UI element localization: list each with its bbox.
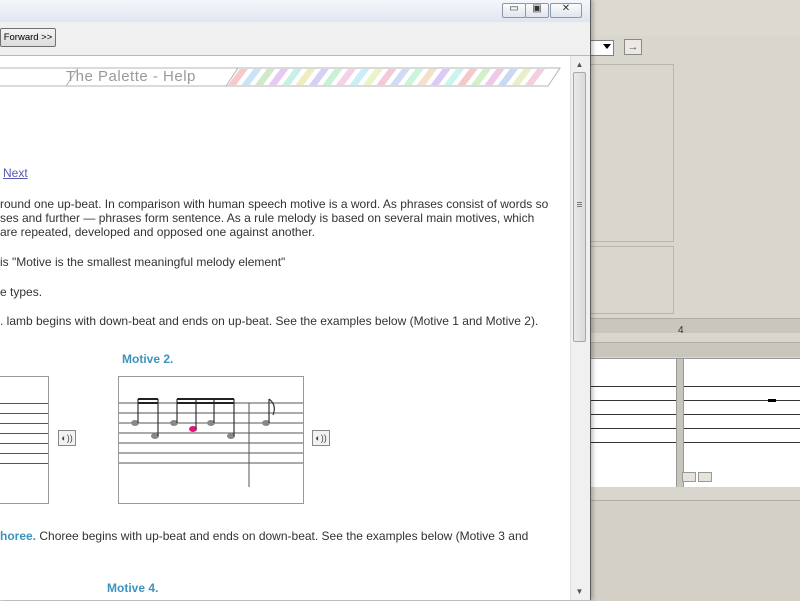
staff-line bbox=[590, 428, 800, 429]
close-button[interactable]: ✕ bbox=[550, 3, 582, 18]
background-app-window: → 4 bbox=[580, 0, 800, 601]
scroll-down-arrow-icon[interactable]: ▼ bbox=[573, 585, 586, 598]
play-motive-1-button[interactable]: ◐)) bbox=[58, 430, 76, 446]
vertical-scrollbar[interactable]: ▲ ▼ bbox=[570, 56, 588, 600]
background-panel-upper bbox=[590, 64, 674, 242]
staff-line bbox=[0, 443, 48, 444]
background-dropdown[interactable] bbox=[590, 40, 614, 56]
grip-line bbox=[577, 204, 582, 205]
background-mini-button[interactable] bbox=[698, 472, 712, 482]
help-paragraph: e types. bbox=[0, 285, 43, 299]
next-link[interactable]: Next bbox=[3, 166, 28, 180]
staff-line bbox=[590, 442, 800, 443]
background-toolbar-strip bbox=[580, 342, 800, 357]
chevron-down-icon bbox=[603, 44, 611, 49]
window-titlebar: ▭ ▣ ✕ bbox=[0, 0, 590, 22]
staff-line bbox=[0, 413, 48, 414]
maximize-button[interactable]: ▣ bbox=[525, 3, 549, 18]
background-app-titlebar bbox=[580, 0, 800, 36]
motive-2-staff bbox=[118, 376, 304, 504]
background-panel-lower bbox=[590, 246, 674, 314]
background-mini-button[interactable] bbox=[682, 472, 696, 482]
staff-line bbox=[0, 463, 48, 464]
staff-line bbox=[0, 453, 48, 454]
background-splitter[interactable] bbox=[676, 359, 684, 487]
staff-line bbox=[0, 433, 48, 434]
motive-4-caption: Motive 4. bbox=[107, 581, 159, 595]
help-paragraph: . lamb begins with down-beat and ends on… bbox=[0, 314, 539, 328]
staff-line bbox=[0, 423, 48, 424]
choree-term: horee. bbox=[0, 529, 37, 543]
choree-text: Choree begins with up-beat and ends on d… bbox=[36, 529, 529, 543]
scrollbar-thumb[interactable] bbox=[573, 72, 586, 342]
choree-paragraph: horee. Choree begins with up-beat and en… bbox=[0, 528, 528, 544]
minimize-button[interactable]: ▭ bbox=[502, 3, 526, 18]
background-nav-button[interactable]: → bbox=[624, 39, 642, 55]
close-icon: ✕ bbox=[561, 3, 571, 14]
help-paragraph: are repeated, developed and opposed one … bbox=[0, 225, 315, 239]
grip-line bbox=[577, 202, 582, 203]
help-paragraph: is "Motive is the smallest meaningful me… bbox=[0, 255, 286, 269]
help-window: ▭ ▣ ✕ Forward >> The Palette - Help Next… bbox=[0, 0, 591, 600]
motive-2-notation bbox=[119, 398, 303, 487]
rest-symbol bbox=[768, 399, 776, 402]
staff-line bbox=[590, 414, 800, 415]
minimize-icon: ▭ bbox=[509, 3, 519, 14]
forward-button[interactable]: Forward >> bbox=[0, 28, 56, 47]
help-content: The Palette - Help Next round one up-bea… bbox=[0, 56, 570, 600]
motive-1-staff bbox=[0, 376, 49, 504]
background-lower-pane bbox=[580, 500, 800, 601]
background-status-bar bbox=[580, 318, 800, 333]
help-banner-title: The Palette - Help bbox=[66, 68, 196, 85]
staff-line bbox=[590, 386, 800, 387]
grip-line bbox=[577, 206, 582, 207]
background-score-area bbox=[590, 358, 800, 487]
staff-line bbox=[0, 403, 48, 404]
maximize-icon: ▣ bbox=[532, 3, 542, 14]
scroll-up-arrow-icon[interactable]: ▲ bbox=[573, 58, 586, 71]
motive-2-caption: Motive 2. bbox=[122, 352, 174, 366]
background-counter: 4 bbox=[678, 325, 684, 336]
play-motive-2-button[interactable]: ◐)) bbox=[312, 430, 330, 446]
help-toolbar: Forward >> bbox=[0, 23, 590, 56]
